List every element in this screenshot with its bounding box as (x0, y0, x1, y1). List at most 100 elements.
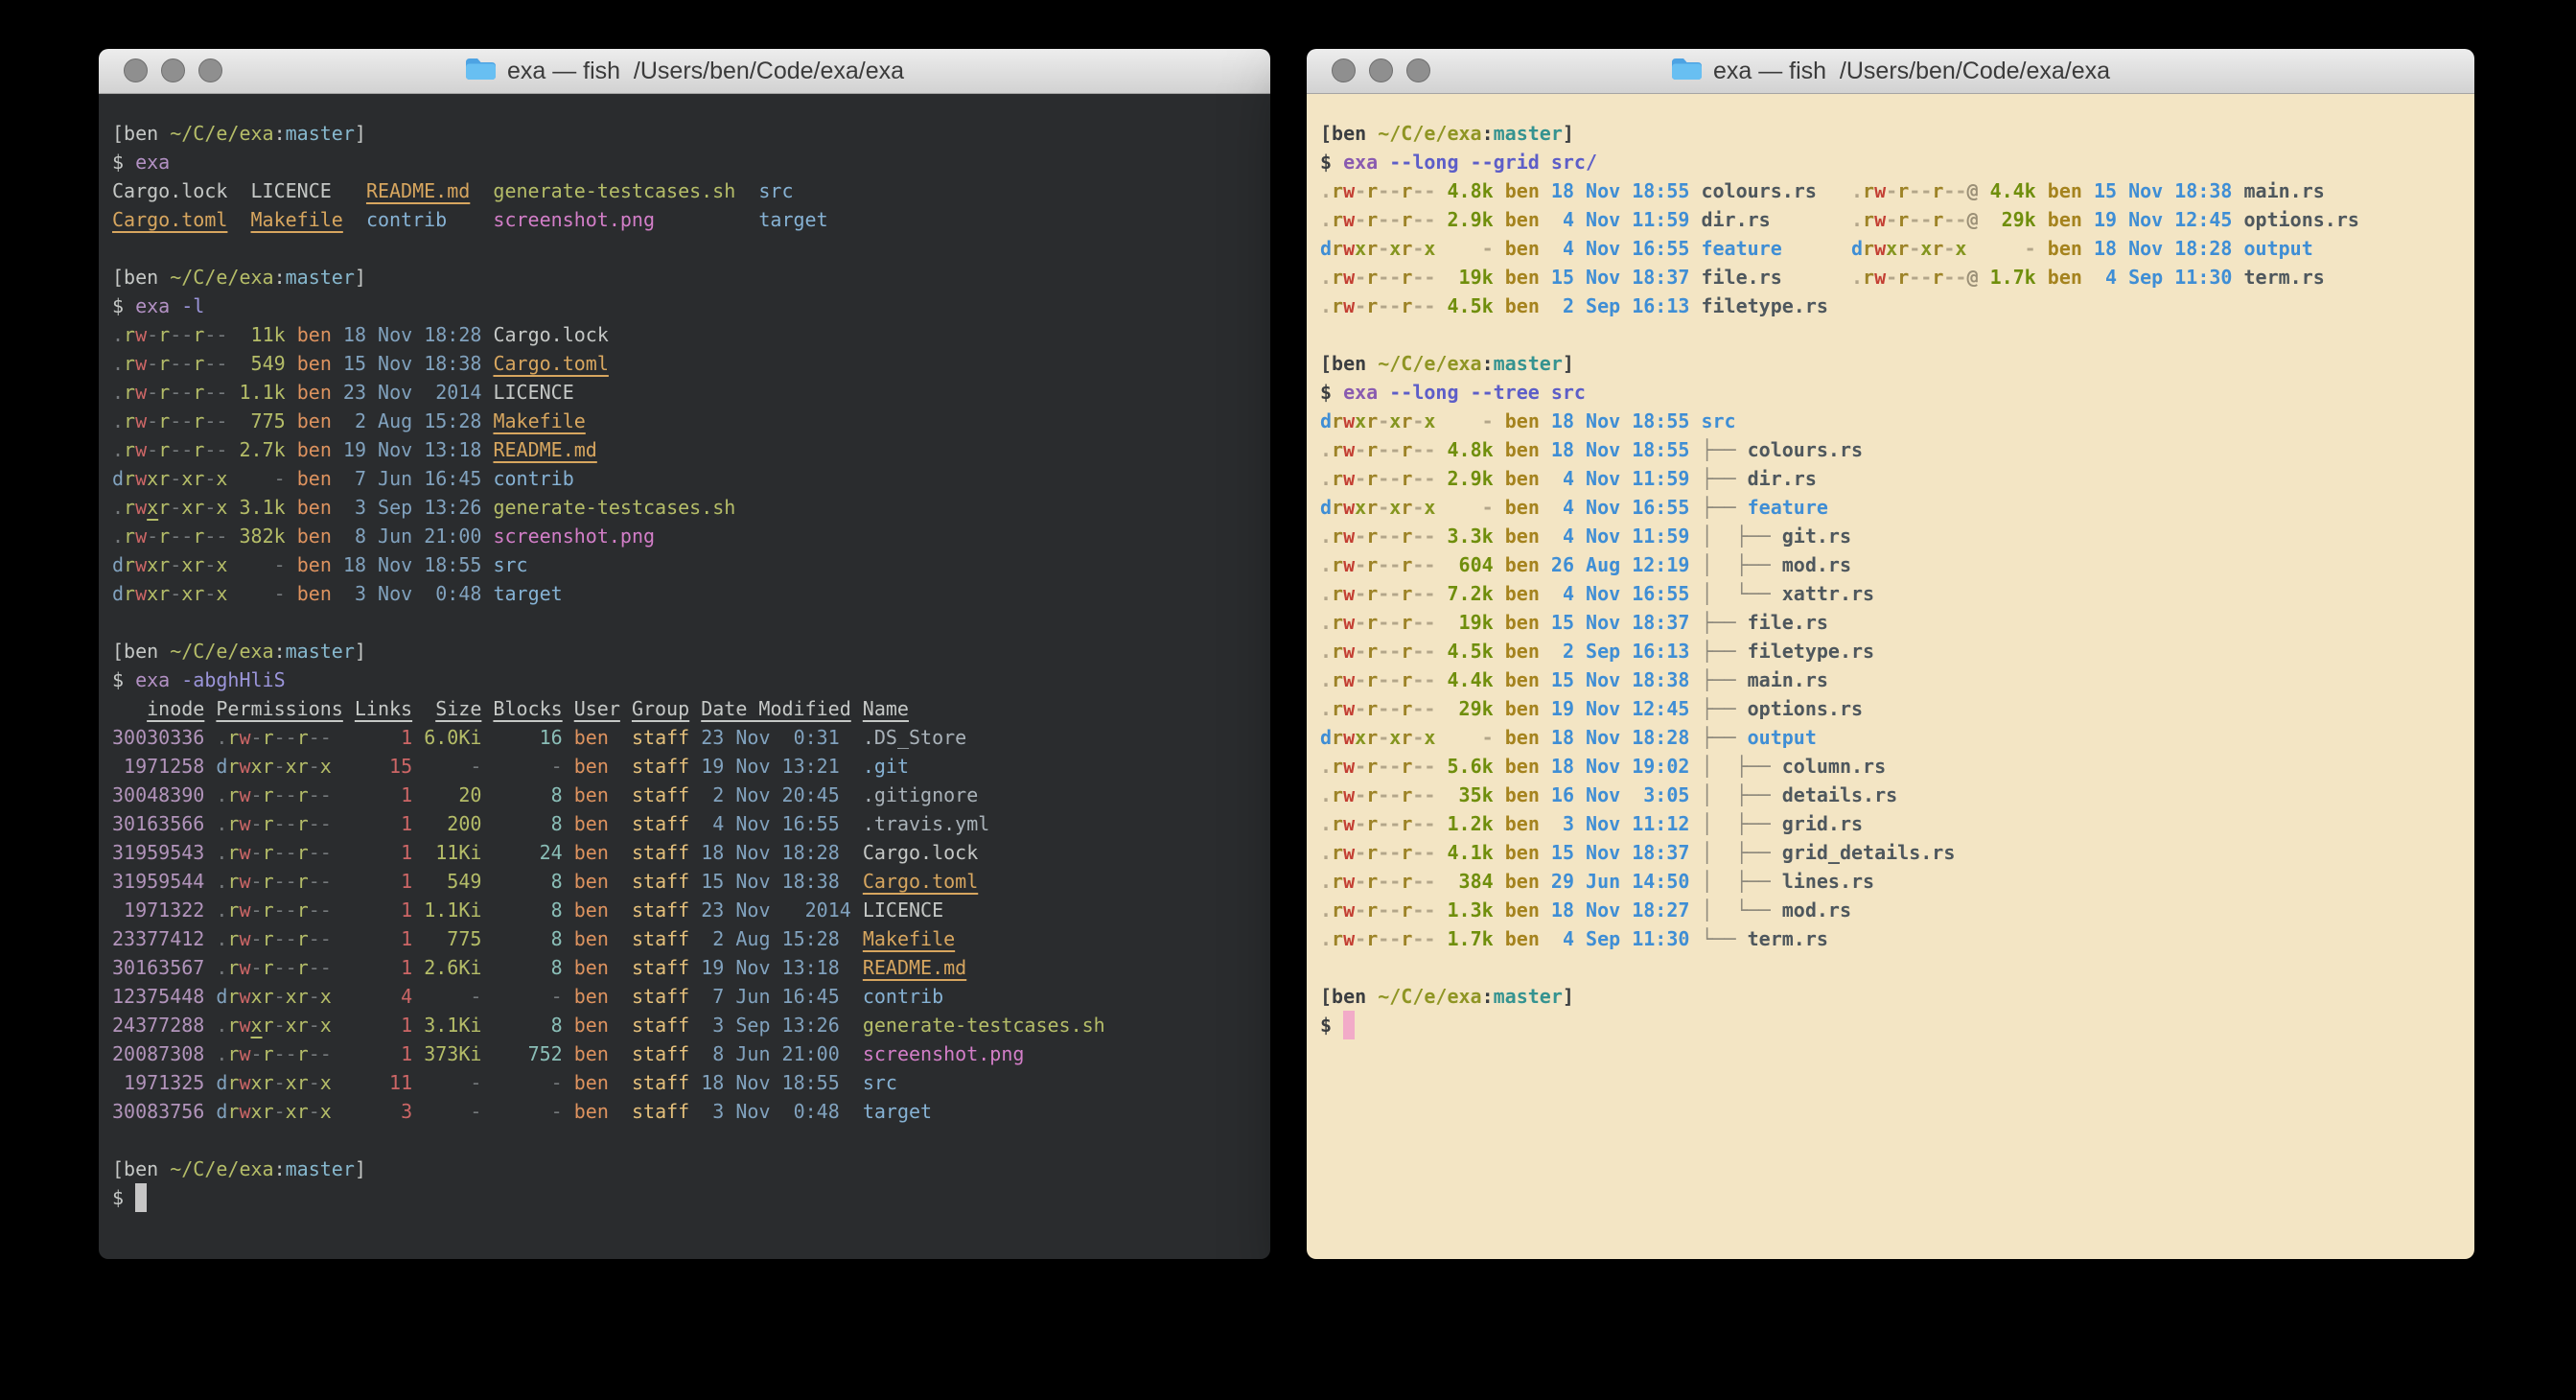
permissions-field: .rw-r--r-- (1320, 697, 1435, 720)
permission-char: - (1389, 467, 1401, 490)
permission-char: x (251, 1100, 263, 1123)
zoom-button[interactable] (198, 58, 222, 82)
permission-char: r (1332, 294, 1343, 317)
terminal-line: $ exa (112, 148, 1270, 176)
zoom-button[interactable] (1406, 58, 1430, 82)
close-button[interactable] (1332, 58, 1356, 82)
permission-char: - (1389, 870, 1401, 893)
permission-char: w (1343, 266, 1355, 289)
permission-char: - (309, 1071, 320, 1094)
terminal-line: .rw-r--r-- 11k ben 18 Nov 18:28 Cargo.lo… (112, 320, 1270, 349)
permission-char: r (1863, 237, 1874, 260)
permission-char: r (193, 323, 204, 346)
permission-char: - (1378, 812, 1389, 835)
terminal-line: .rw-r--r-- 5.6k ben 18 Nov 19:02 │ ├── c… (1320, 752, 2474, 781)
permission-char: r (1332, 611, 1343, 634)
permission-char: - (274, 956, 286, 979)
permission-char: - (1424, 266, 1435, 289)
permission-char: - (1424, 438, 1435, 461)
permission-char: - (1909, 179, 1920, 202)
terminal-line: .rw-r--r-- 4.8k ben 18 Nov 18:55 ├── col… (1320, 435, 2474, 464)
minimize-button[interactable] (161, 58, 185, 82)
permission-char: - (1378, 553, 1389, 576)
permission-char: . (216, 956, 227, 979)
permission-char: . (112, 352, 124, 375)
permissions-field: .rw-r--r-- (216, 927, 331, 950)
terminal-line: .rw-r--r-- 384 ben 29 Jun 14:50 │ ├── li… (1320, 867, 2474, 896)
terminal-line: .rw-r--r-- 19k ben 15 Nov 18:37 ├── file… (1320, 608, 2474, 637)
terminal-line (112, 1126, 1270, 1155)
terminal-output[interactable]: [ben ~/C/e/exa:master]$ exa --long --gri… (1307, 94, 2474, 1259)
permissions-field: .rw-r--r-- (1320, 812, 1435, 835)
permission-char: - (1378, 726, 1389, 749)
terminal-line: 30048390 .rw-r--r-- 1 20 8 ben staff 2 N… (112, 781, 1270, 809)
permission-char: r (1401, 237, 1412, 260)
permission-char: r (1897, 266, 1909, 289)
permission-char: r (1332, 525, 1343, 548)
permission-char: - (1424, 870, 1435, 893)
permission-char: - (309, 1100, 320, 1123)
permission-char: - (1378, 755, 1389, 778)
permission-char: - (147, 323, 158, 346)
permission-char: - (147, 352, 158, 375)
terminal-line: 30030336 .rw-r--r-- 1 6.0Ki 16 ben staff… (112, 723, 1270, 752)
permissions-field: .rw-r--r--@ (1851, 266, 1979, 289)
permission-char: . (1320, 467, 1332, 490)
terminal-line: drwxr-xr-x - ben 18 Nov 18:55 src (112, 550, 1270, 579)
permission-char: x (251, 1071, 263, 1094)
permission-char: - (1389, 927, 1401, 950)
permission-char: w (1343, 898, 1355, 922)
terminal-line: [ben ~/C/e/exa:master] (112, 1155, 1270, 1183)
titlebar[interactable]: exa — fish /Users/ben/Code/exa/exa (99, 49, 1270, 94)
permission-char: x (147, 467, 158, 490)
permission-char: w (239, 755, 250, 778)
close-button[interactable] (124, 58, 148, 82)
permission-char: x (216, 467, 227, 490)
permission-char: - (147, 409, 158, 432)
permission-char: - (147, 525, 158, 548)
permission-char: - (274, 755, 286, 778)
permission-char: w (1343, 467, 1355, 490)
permission-char: r (124, 525, 135, 548)
permission-char: - (216, 438, 227, 461)
permission-char: @ (1966, 266, 1978, 289)
permission-char: - (1412, 496, 1424, 519)
permission-char: - (1389, 640, 1401, 663)
permission-char: - (1378, 783, 1389, 806)
permissions-field: .rw-r--r-- (1320, 266, 1435, 289)
permission-char: . (1320, 927, 1332, 950)
permission-char: - (181, 525, 193, 548)
permission-char: - (1378, 179, 1389, 202)
permissions-field: drwxr-xr-x (1320, 726, 1435, 749)
terminal-line: Cargo.lock LICENCE README.md generate-te… (112, 176, 1270, 205)
permission-char: - (1412, 525, 1424, 548)
titlebar[interactable]: exa — fish /Users/ben/Code/exa/exa (1307, 49, 2474, 94)
permission-char: r (1366, 553, 1378, 576)
permission-char: - (181, 323, 193, 346)
permission-char: r (1366, 179, 1378, 202)
permission-char: - (1389, 266, 1401, 289)
permission-char: w (1343, 409, 1355, 432)
permission-char: - (1355, 467, 1366, 490)
permission-char: - (1378, 496, 1389, 519)
terminal-output[interactable]: [ben ~/C/e/exa:master] $ exaCargo.lock LI… (99, 94, 1270, 1259)
terminal-line: 30163567 .rw-r--r-- 1 2.6Ki 8 ben staff … (112, 953, 1270, 982)
permission-char: . (112, 409, 124, 432)
permission-char: w (1874, 237, 1886, 260)
permission-char: - (1886, 179, 1897, 202)
permissions-field: .rw-r--r-- (1320, 582, 1435, 605)
permission-char: - (1412, 553, 1424, 576)
permission-char: r (158, 438, 170, 461)
permission-char: . (1320, 294, 1332, 317)
permission-char: - (286, 1042, 297, 1065)
permission-char: - (1424, 208, 1435, 231)
permission-char: r (193, 352, 204, 375)
permission-char: r (1863, 208, 1874, 231)
permission-char: r (158, 582, 170, 605)
permission-char: - (251, 783, 263, 806)
permission-char: r (1332, 697, 1343, 720)
permission-char: r (124, 582, 135, 605)
minimize-button[interactable] (1369, 58, 1393, 82)
permission-char: w (135, 582, 147, 605)
permission-char: - (1378, 582, 1389, 605)
